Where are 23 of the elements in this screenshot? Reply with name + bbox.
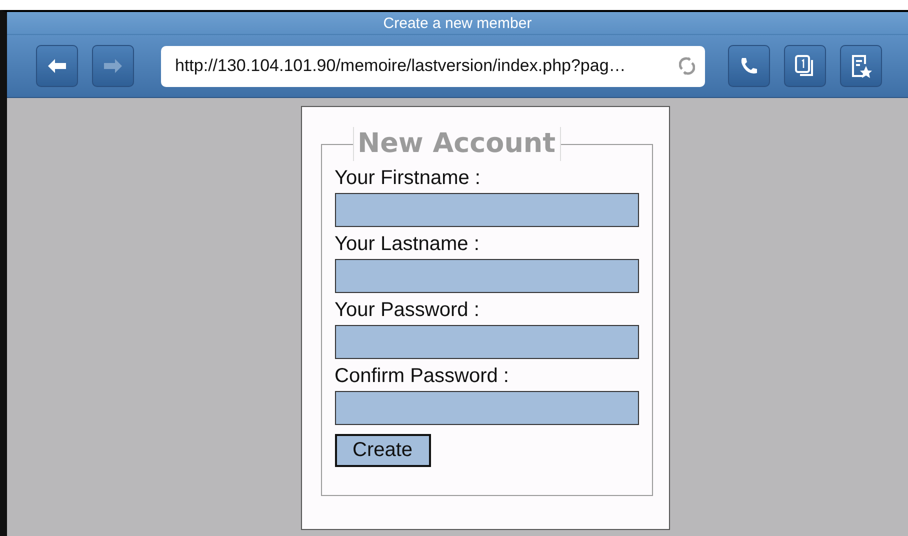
window-title: Create a new member: [383, 14, 532, 32]
phone-button[interactable]: [728, 45, 770, 87]
url-text: http://130.104.101.90/memoire/lastversion/index.php?pag…: [175, 56, 626, 76]
input-field[interactable]: [334, 391, 638, 425]
pages-icon: [794, 54, 816, 78]
field-label: Your Lastname :: [334, 233, 480, 256]
bookmark-star-icon: [850, 54, 872, 78]
input-field[interactable]: [334, 325, 638, 359]
right-arrow-icon: [104, 59, 122, 73]
address-field[interactable]: http://130.104.101.90/memoire/lastversion/index.php?pag…: [161, 46, 705, 86]
reload-icon[interactable]: [679, 57, 695, 75]
left-arrow-icon: [48, 59, 66, 73]
back-button[interactable]: [36, 45, 78, 87]
legend: New Account: [352, 127, 561, 161]
field-label: Your Password :: [334, 299, 480, 322]
field-label: Your Firstname :: [334, 167, 482, 190]
bookmark-button[interactable]: [840, 45, 882, 87]
input-field[interactable]: [334, 193, 638, 227]
phone-icon: [739, 56, 759, 76]
input-field[interactable]: [334, 259, 638, 293]
tabs-button[interactable]: [784, 45, 826, 87]
field-label: Confirm Password :: [334, 365, 510, 388]
create-button[interactable]: Create: [334, 434, 431, 467]
